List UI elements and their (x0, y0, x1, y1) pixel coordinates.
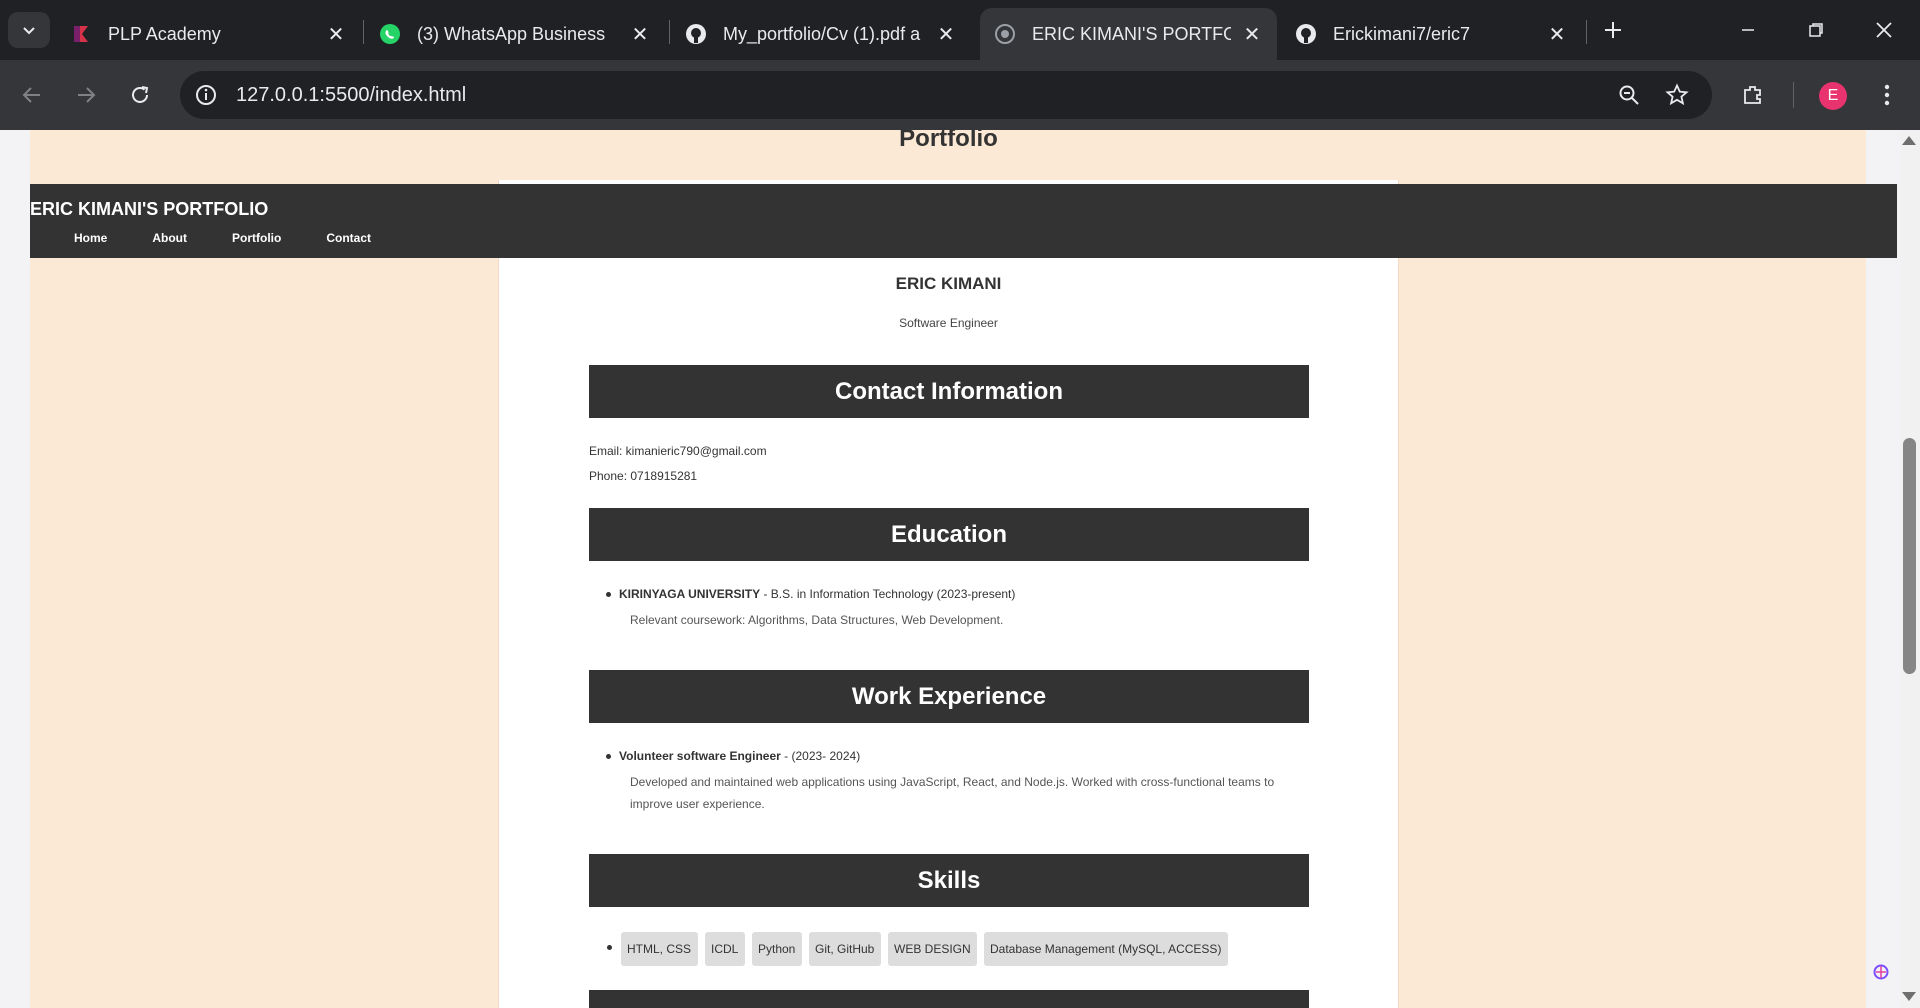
tab-github-cv[interactable]: My_portfolio/Cv (1).pdf a ✕ (671, 8, 971, 60)
person-role: Software Engineer (899, 316, 998, 330)
tab-github-repo[interactable]: Erickimani7/eric7 ✕ (1281, 8, 1582, 60)
address-bar[interactable]: 127.0.0.1:5500/index.html (180, 71, 1712, 119)
plus-icon (1605, 22, 1621, 38)
close-icon[interactable]: ✕ (1546, 23, 1568, 46)
tab-separator (1586, 20, 1587, 44)
arrow-right-icon (78, 87, 96, 103)
tab-title: My_portfolio/Cv (1).pdf a (723, 23, 921, 44)
job-title: Volunteer software Engineer (619, 749, 781, 763)
extension-floating-icon[interactable] (1873, 964, 1889, 980)
person-name: ERIC KIMANI (895, 274, 1002, 293)
education-heading: Education (589, 508, 1309, 561)
nav-link-contact[interactable]: Contact (326, 231, 371, 245)
restore-icon (1809, 23, 1823, 37)
degree-detail: - B.S. in Information Technology (2023-p… (760, 587, 1016, 601)
github-icon (685, 23, 707, 45)
tab-whatsapp[interactable]: (3) WhatsApp Business ✕ (365, 8, 665, 60)
more-menu-icon[interactable] (1872, 80, 1902, 110)
site-info-icon[interactable] (194, 83, 218, 107)
scrollbar-thumb[interactable] (1903, 438, 1916, 674)
scroll-down-arrow[interactable] (1902, 992, 1916, 1001)
tab-title: ERIC KIMANI'S PORTFOLI (1032, 23, 1231, 44)
portfolio-heading: Portfolio (899, 130, 998, 152)
tab-portfolio-active[interactable]: ERIC KIMANI'S PORTFOLI ✕ (980, 8, 1277, 60)
site-navbar: ERIC KIMANI'S PORTFOLIO Home About Portf… (30, 184, 1897, 258)
site-brand: ERIC KIMANI'S PORTFOLIO (30, 199, 269, 219)
window-close-button[interactable] (1862, 10, 1906, 50)
contact-email: Email: kimanieric790@gmail.com (589, 444, 767, 458)
close-icon[interactable]: ✕ (1241, 23, 1263, 46)
arrow-left-icon (22, 87, 40, 103)
tab-strip: PLP Academy ✕ (3) WhatsApp Business ✕ My… (0, 0, 1920, 60)
tab-title: (3) WhatsApp Business (417, 23, 606, 44)
work-heading: Work Experience (589, 670, 1309, 723)
tab-title: Erickimani7/eric7 (1333, 23, 1471, 44)
bookmark-star-icon[interactable] (1662, 80, 1692, 110)
job-period: - (2023- 2024) (780, 749, 861, 763)
page-margin-left (0, 130, 30, 1008)
nav-link-portfolio[interactable]: Portfolio (232, 231, 281, 245)
scroll-up-arrow[interactable] (1902, 136, 1916, 145)
close-icon[interactable]: ✕ (629, 23, 651, 46)
extensions-icon[interactable] (1738, 80, 1768, 110)
work-entry: Volunteer software Engineer - (2023- 202… (619, 749, 860, 763)
skill-badge: Database Management (MySQL, ACCESS) (984, 932, 1228, 966)
reload-icon (132, 86, 149, 103)
minimize-icon (1742, 29, 1754, 31)
plp-icon (70, 23, 92, 45)
tab-search-button[interactable] (8, 12, 50, 48)
back-button[interactable] (14, 77, 50, 113)
work-description: Developed and maintained web application… (630, 771, 1274, 815)
education-coursework: Relevant coursework: Algorithms, Data St… (630, 613, 1004, 627)
bullet (606, 754, 611, 759)
education-entry: KIRINYAGA UNIVERSITY - B.S. in Informati… (619, 587, 1015, 601)
next-section-heading (589, 990, 1309, 1008)
nav-link-about[interactable]: About (152, 231, 187, 245)
site-nav-links: Home About Portfolio Contact (74, 231, 416, 245)
close-icon (1876, 22, 1892, 38)
page-margin-right (1866, 130, 1900, 1008)
skills-heading: Skills (589, 854, 1309, 907)
new-tab-button[interactable] (1597, 14, 1629, 46)
reload-button[interactable] (122, 77, 158, 113)
browser-toolbar: 127.0.0.1:5500/index.html E (0, 60, 1920, 130)
restore-button[interactable] (1794, 10, 1838, 50)
skill-badge: WEB DESIGN (888, 932, 977, 966)
github-icon (1295, 23, 1317, 45)
bullet (607, 945, 612, 950)
globe-icon (994, 23, 1016, 45)
bullet (606, 592, 611, 597)
contact-heading: Contact Information (589, 365, 1309, 418)
toolbar-separator (1793, 82, 1794, 108)
skill-badge: ICDL (705, 932, 745, 966)
url-text: 127.0.0.1:5500/index.html (236, 84, 467, 106)
tab-plp-academy[interactable]: PLP Academy ✕ (56, 8, 361, 60)
tab-separator (363, 20, 364, 44)
work-description-line: improve user experience. (630, 797, 765, 811)
skill-badge: HTML, CSS (621, 932, 698, 966)
work-description-line: Developed and maintained web application… (630, 775, 1275, 789)
nav-link-home[interactable]: Home (74, 231, 107, 245)
close-icon[interactable]: ✕ (935, 23, 957, 46)
tab-title: PLP Academy (108, 23, 221, 44)
forward-button[interactable] (68, 77, 104, 113)
zoom-icon[interactable] (1614, 80, 1644, 110)
minimize-button[interactable] (1726, 10, 1770, 50)
tab-separator (669, 20, 670, 44)
contact-phone: Phone: 0718915281 (589, 469, 698, 483)
skill-badge: Git, GitHub (809, 932, 881, 966)
whatsapp-icon (379, 23, 401, 45)
chevron-down-icon (23, 27, 35, 35)
close-icon[interactable]: ✕ (325, 23, 347, 46)
profile-avatar[interactable]: E (1819, 82, 1847, 110)
school-name: KIRINYAGA UNIVERSITY (619, 587, 761, 601)
page-viewport: Portfolio ERIC KIMANI'S PORTFOLIO Home A… (0, 130, 1920, 1008)
skill-badge: Python (752, 932, 802, 966)
